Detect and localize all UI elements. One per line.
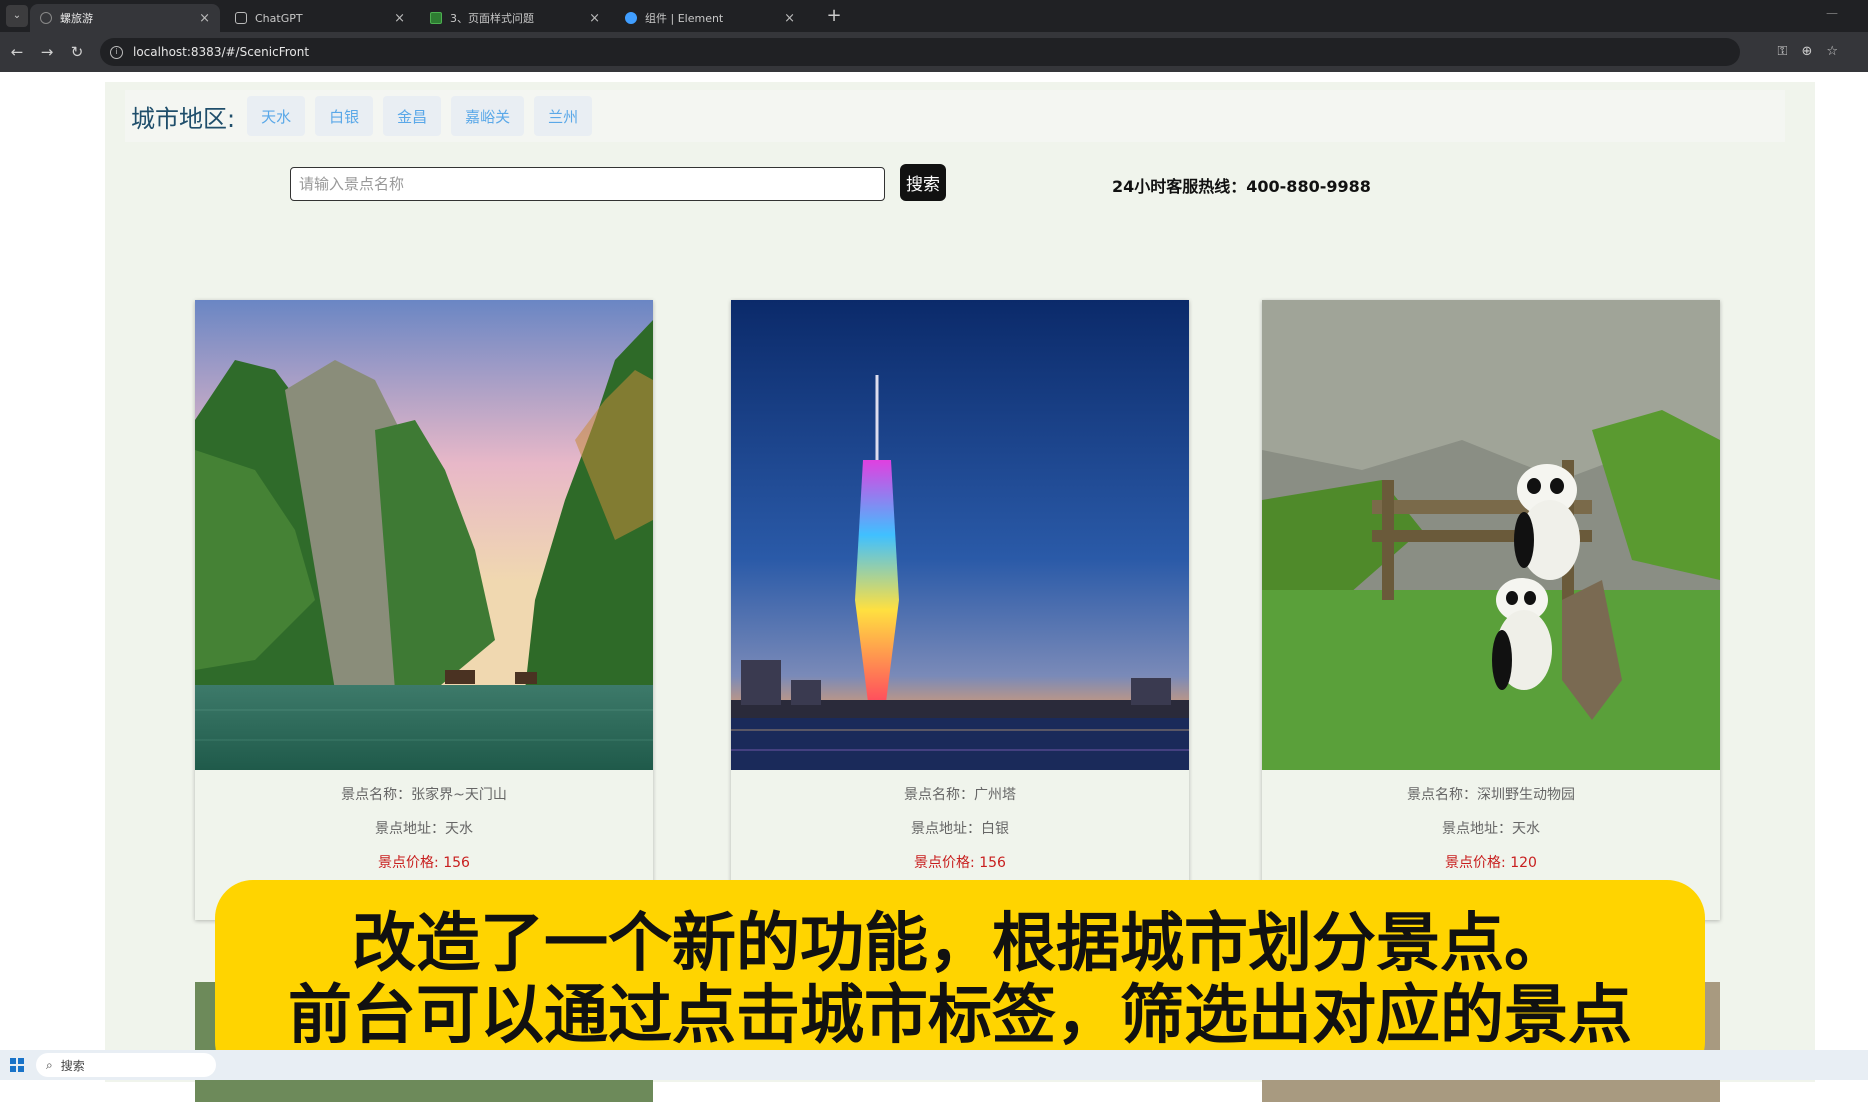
tab-element[interactable]: 组件 | Element × <box>615 4 805 32</box>
scenic-address: 景点地址：天水 <box>375 821 473 837</box>
minimize-icon[interactable]: — <box>1826 6 1838 20</box>
doc-favicon-icon <box>430 12 442 24</box>
scenic-search-input[interactable] <box>290 167 885 201</box>
scenic-price: 景点价格: 120 <box>1445 855 1537 871</box>
scenic-card[interactable]: 景点名称：张家界~天门山 景点地址：天水 景点价格: 156 <box>195 300 653 920</box>
scenic-card[interactable]: 景点名称：深圳野生动物园 景点地址：天水 景点价格: 120 <box>1262 300 1720 920</box>
search-row: 搜索 24小时客服热线：400-880-9988 <box>290 164 1371 204</box>
url-text: localhost:8383/#/ScenicFront <box>133 45 310 59</box>
new-tab-button[interactable]: + <box>823 5 845 27</box>
scenic-image-canton-tower[interactable] <box>731 300 1189 770</box>
scenic-address: 景点地址：白银 <box>911 821 1009 837</box>
city-tag-tianshui[interactable]: 天水 <box>247 96 306 136</box>
tab-luolvyou[interactable]: 螺旅游 × <box>30 4 220 32</box>
scenic-image-pandas[interactable] <box>1262 300 1720 770</box>
tab-search-icon[interactable]: ⌄ <box>6 5 28 27</box>
tab-chatgpt[interactable]: ChatGPT × <box>225 4 415 32</box>
scenic-card-info: 景点名称：张家界~天门山 景点地址：天水 景点价格: 156 <box>195 778 653 880</box>
chatgpt-favicon-icon <box>235 12 247 24</box>
windows-start-icon[interactable] <box>10 1058 24 1072</box>
element-favicon-icon <box>625 12 637 24</box>
close-icon[interactable]: × <box>784 11 795 26</box>
city-tag-jinchang[interactable]: 金昌 <box>383 96 442 136</box>
city-filter-label: 城市地区: <box>131 104 236 133</box>
scenic-name: 景点名称：深圳野生动物园 <box>1407 787 1575 803</box>
address-bar[interactable]: i localhost:8383/#/ScenicFront <box>100 38 1740 66</box>
close-icon[interactable]: × <box>394 11 405 26</box>
site-favicon-icon <box>40 12 52 24</box>
tab-title: ChatGPT <box>255 11 303 25</box>
scenic-name: 景点名称：广州塔 <box>904 787 1016 803</box>
scenic-price: 景点价格: 156 <box>378 855 470 871</box>
tab-title: 螺旅游 <box>60 12 93 25</box>
taskbar-search-label: 搜索 <box>60 1058 85 1073</box>
scenic-price: 景点价格: 156 <box>914 855 1006 871</box>
subtitle-line-1: 改造了一个新的功能，根据城市划分景点。 <box>352 907 1568 981</box>
city-tag-baiyin[interactable]: 白银 <box>315 96 374 136</box>
os-taskbar: ⌕ 搜索 <box>0 1050 1868 1080</box>
search-icon: ⌕ <box>46 1057 53 1072</box>
tab-page-style[interactable]: 3、页面样式问题 × <box>420 4 610 32</box>
close-icon[interactable]: × <box>589 11 600 26</box>
scenic-image-mountain-lake[interactable] <box>195 300 653 770</box>
zoom-icon[interactable]: ⊕ <box>1801 44 1812 59</box>
close-icon[interactable]: × <box>199 11 210 26</box>
tab-title: 组件 | Element <box>645 12 724 25</box>
scenic-address: 景点地址：天水 <box>1442 821 1540 837</box>
site-info-icon[interactable]: i <box>110 45 123 59</box>
bookmark-star-icon[interactable]: ☆ <box>1826 44 1838 59</box>
tab-title: 3、页面样式问题 <box>450 12 534 25</box>
scenic-card[interactable]: 景点名称：广州塔 景点地址：白银 景点价格: 156 <box>731 300 1189 920</box>
city-tag-jiayuguan[interactable]: 嘉峪关 <box>451 96 525 136</box>
city-filter-bar: 城市地区: 天水 白银 金昌 嘉峪关 兰州 <box>125 90 1785 142</box>
taskbar-search[interactable]: ⌕ 搜索 <box>36 1053 216 1077</box>
scenic-name: 景点名称：张家界~天门山 <box>341 787 507 803</box>
scenic-card-info: 景点名称：广州塔 景点地址：白银 景点价格: 156 <box>731 778 1189 880</box>
hotline-text: 24小时客服热线：400-880-9988 <box>1112 177 1371 196</box>
subtitle-line-2: 前台可以通过点击城市标签，筛选出对应的景点 <box>288 979 1632 1053</box>
password-key-icon[interactable]: ⚿ <box>1778 44 1788 59</box>
city-tag-lanzhou[interactable]: 兰州 <box>534 96 593 136</box>
forward-arrow-icon[interactable]: → <box>36 41 58 63</box>
browser-toolbar: ← → ↻ i localhost:8383/#/ScenicFront ⚿ ⊕… <box>0 32 1868 72</box>
search-button[interactable]: 搜索 <box>900 164 946 201</box>
browser-tab-strip: ⌄ 螺旅游 × ChatGPT × 3、页面样式问题 × 组件 | Elemen… <box>0 0 1868 32</box>
address-bar-actions: ⚿ ⊕ ☆ <box>1778 44 1838 59</box>
scenic-card-info: 景点名称：深圳野生动物园 景点地址：天水 景点价格: 120 <box>1262 778 1720 880</box>
back-arrow-icon[interactable]: ← <box>6 41 28 63</box>
reload-icon[interactable]: ↻ <box>66 41 88 63</box>
